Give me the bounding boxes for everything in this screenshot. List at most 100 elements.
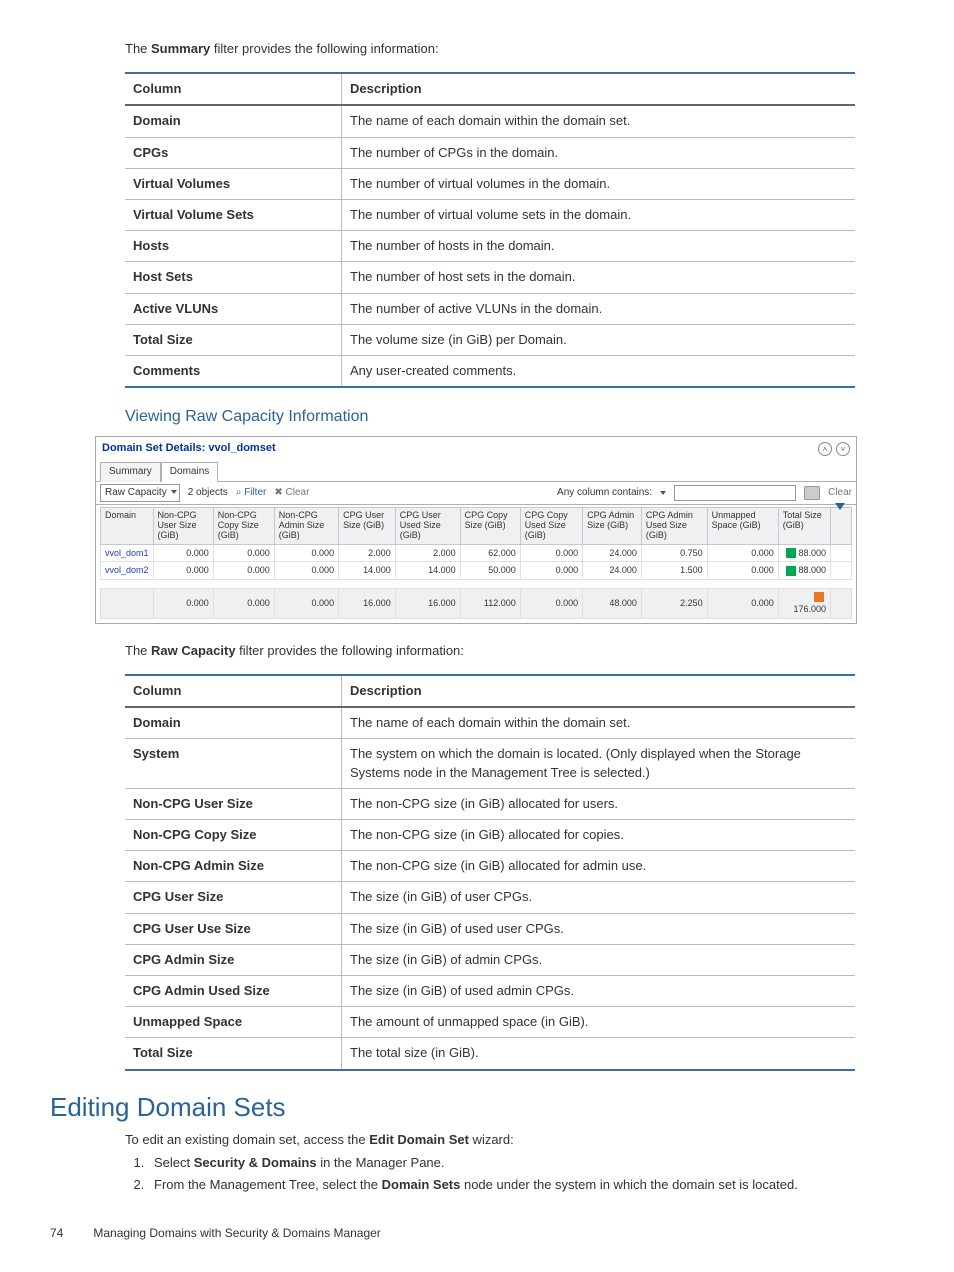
cell: 0.000 bbox=[153, 562, 213, 580]
col-header: Column bbox=[125, 73, 342, 105]
cell: 1.500 bbox=[641, 562, 707, 580]
domain-set-details-panel: Domain Set Details: vvol_domset ˄ ˅ Summ… bbox=[95, 436, 857, 623]
cell bbox=[831, 562, 852, 580]
row-label: CPG Admin Size bbox=[125, 944, 342, 975]
col-cpg-copy-used[interactable]: CPG Copy Used Size (GiB) bbox=[520, 507, 582, 544]
clear-link[interactable]: ✖ Clear bbox=[274, 486, 309, 500]
col-cpg-copy-size[interactable]: CPG Copy Size (GiB) bbox=[460, 507, 520, 544]
row-desc: The non-CPG size (in GiB) allocated for … bbox=[342, 820, 856, 851]
row-label: CPG Admin Used Size bbox=[125, 975, 342, 1006]
cell: 0.000 bbox=[213, 544, 274, 562]
cell: 88.000 bbox=[778, 544, 830, 562]
tab-bar: Summary Domains bbox=[96, 461, 856, 482]
collapse-up-icon[interactable]: ˄ bbox=[818, 442, 832, 456]
domain-link[interactable]: vvol_dom1 bbox=[101, 544, 154, 562]
row-label: Virtual Volume Sets bbox=[125, 199, 342, 230]
col-noncpg-user[interactable]: Non-CPG User Size (GiB) bbox=[153, 507, 213, 544]
edit-steps: Select Security & Domains in the Manager… bbox=[148, 1153, 904, 1197]
editing-domain-sets-heading: Editing Domain Sets bbox=[50, 1089, 904, 1125]
col-cpg-admin-size[interactable]: CPG Admin Size (GiB) bbox=[583, 507, 642, 544]
cell: 0.000 bbox=[520, 588, 582, 618]
cell: 0.000 bbox=[274, 588, 338, 618]
row-label: Non-CPG Copy Size bbox=[125, 820, 342, 851]
col-cpg-user-used[interactable]: CPG User Used Size (GiB) bbox=[395, 507, 460, 544]
row-label: CPGs bbox=[125, 137, 342, 168]
view-dropdown[interactable]: Raw Capacity bbox=[100, 484, 180, 502]
row-label: Hosts bbox=[125, 231, 342, 262]
step-1: Select Security & Domains in the Manager… bbox=[148, 1153, 904, 1175]
cell: 0.000 bbox=[707, 562, 778, 580]
summary-intro: The Summary filter provides the followin… bbox=[125, 40, 904, 58]
cell: 0.000 bbox=[520, 562, 582, 580]
row-desc: The number of host sets in the domain. bbox=[342, 262, 856, 293]
cell: 50.000 bbox=[460, 562, 520, 580]
col-noncpg-copy[interactable]: Non-CPG Copy Size (GiB) bbox=[213, 507, 274, 544]
filter-link[interactable]: ⌕ Filter bbox=[236, 486, 267, 500]
row-label: Virtual Volumes bbox=[125, 168, 342, 199]
row-label: CPG User Use Size bbox=[125, 913, 342, 944]
row-desc: The number of hosts in the domain. bbox=[342, 231, 856, 262]
cell: 48.000 bbox=[583, 588, 642, 618]
cell: 0.000 bbox=[213, 562, 274, 580]
cell: 24.000 bbox=[583, 544, 642, 562]
cell: 0.000 bbox=[274, 544, 338, 562]
row-label: Domain bbox=[125, 105, 342, 137]
sort-icon[interactable] bbox=[831, 507, 852, 544]
right-clear[interactable]: Clear bbox=[828, 486, 852, 500]
col-cpg-user-size[interactable]: CPG User Size (GiB) bbox=[339, 507, 396, 544]
page-footer: 74 Managing Domains with Security & Doma… bbox=[50, 1225, 904, 1242]
contains-label: Any column contains: bbox=[557, 486, 652, 500]
row-label: Non-CPG User Size bbox=[125, 788, 342, 819]
cell: 0.000 bbox=[274, 562, 338, 580]
cell bbox=[831, 544, 852, 562]
row-label: Unmapped Space bbox=[125, 1007, 342, 1038]
col-header: Description bbox=[342, 675, 856, 707]
row-label: Non-CPG Admin Size bbox=[125, 851, 342, 882]
tab-summary[interactable]: Summary bbox=[100, 462, 161, 482]
raw-capacity-grid: Domain Non-CPG User Size (GiB) Non-CPG C… bbox=[100, 507, 852, 619]
expand-down-icon[interactable]: ˅ bbox=[836, 442, 850, 456]
cell: 16.000 bbox=[339, 588, 396, 618]
row-label: Host Sets bbox=[125, 262, 342, 293]
page-number: 74 bbox=[50, 1225, 90, 1242]
chevron-down-icon[interactable] bbox=[660, 491, 666, 495]
raw-intro: The Raw Capacity filter provides the fol… bbox=[125, 642, 904, 660]
cell: 0.000 bbox=[707, 588, 778, 618]
cell bbox=[101, 588, 154, 618]
cell: 0.000 bbox=[153, 588, 213, 618]
row-label: Domain bbox=[125, 707, 342, 739]
panel-title: Domain Set Details: vvol_domset bbox=[102, 441, 276, 456]
object-count: 2 objects bbox=[188, 486, 228, 500]
col-cpg-admin-used[interactable]: CPG Admin Used Size (GiB) bbox=[641, 507, 707, 544]
row-label: CPG User Size bbox=[125, 882, 342, 913]
col-unmapped[interactable]: Unmapped Space (GiB) bbox=[707, 507, 778, 544]
row-desc: Any user-created comments. bbox=[342, 355, 856, 387]
row-desc: The amount of unmapped space (in GiB). bbox=[342, 1007, 856, 1038]
cell: 0.750 bbox=[641, 544, 707, 562]
row-desc: The non-CPG size (in GiB) allocated for … bbox=[342, 851, 856, 882]
row-desc: The number of virtual volume sets in the… bbox=[342, 199, 856, 230]
col-total[interactable]: Total Size (GiB) bbox=[778, 507, 830, 544]
cell: 176.000 bbox=[778, 588, 830, 618]
cell: 16.000 bbox=[395, 588, 460, 618]
search-input[interactable] bbox=[674, 485, 796, 501]
cell bbox=[831, 588, 852, 618]
row-desc: The size (in GiB) of used admin CPGs. bbox=[342, 975, 856, 1006]
print-icon[interactable] bbox=[804, 486, 820, 500]
edit-intro: To edit an existing domain set, access t… bbox=[125, 1131, 904, 1149]
cell: 0.000 bbox=[520, 544, 582, 562]
cell: 88.000 bbox=[778, 562, 830, 580]
row-desc: The size (in GiB) of user CPGs. bbox=[342, 882, 856, 913]
footer-title: Managing Domains with Security & Domains… bbox=[93, 1226, 380, 1240]
tab-domains[interactable]: Domains bbox=[161, 462, 218, 482]
cell: 2.250 bbox=[641, 588, 707, 618]
row-desc: The total size (in GiB). bbox=[342, 1038, 856, 1070]
cell: 0.000 bbox=[153, 544, 213, 562]
col-domain[interactable]: Domain bbox=[101, 507, 154, 544]
domain-link[interactable]: vvol_dom2 bbox=[101, 562, 154, 580]
row-label: Comments bbox=[125, 355, 342, 387]
cell: 62.000 bbox=[460, 544, 520, 562]
cell: 0.000 bbox=[707, 544, 778, 562]
col-noncpg-admin[interactable]: Non-CPG Admin Size (GiB) bbox=[274, 507, 338, 544]
row-label: System bbox=[125, 739, 342, 788]
